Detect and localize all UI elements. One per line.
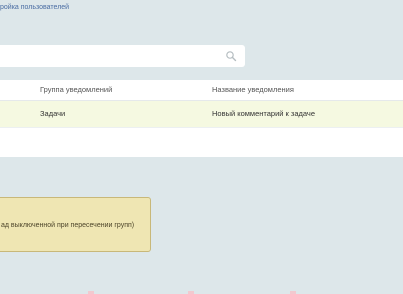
- search-input[interactable]: [0, 45, 222, 67]
- column-header-group[interactable]: Группа уведомлений: [40, 80, 112, 100]
- table-row[interactable]: Задачи Новый комментарий к задаче: [0, 101, 403, 127]
- search-box: [0, 45, 245, 67]
- notice-box: ад выключенной при пересечении групп): [0, 197, 151, 252]
- breadcrumb[interactable]: ройка пользователей: [0, 4, 69, 11]
- notifications-table: Группа уведомлений Название уведомления …: [0, 80, 403, 157]
- table-empty-row: [0, 127, 403, 157]
- cell-name: Новый комментарий к задаче: [212, 109, 315, 118]
- table-header: Группа уведомлений Название уведомления: [0, 80, 403, 101]
- cell-group: Задачи: [40, 109, 66, 118]
- column-header-name[interactable]: Название уведомления: [212, 80, 294, 100]
- notice-text: ад выключенной при пересечении групп): [1, 222, 135, 229]
- search-icon[interactable]: [225, 50, 237, 62]
